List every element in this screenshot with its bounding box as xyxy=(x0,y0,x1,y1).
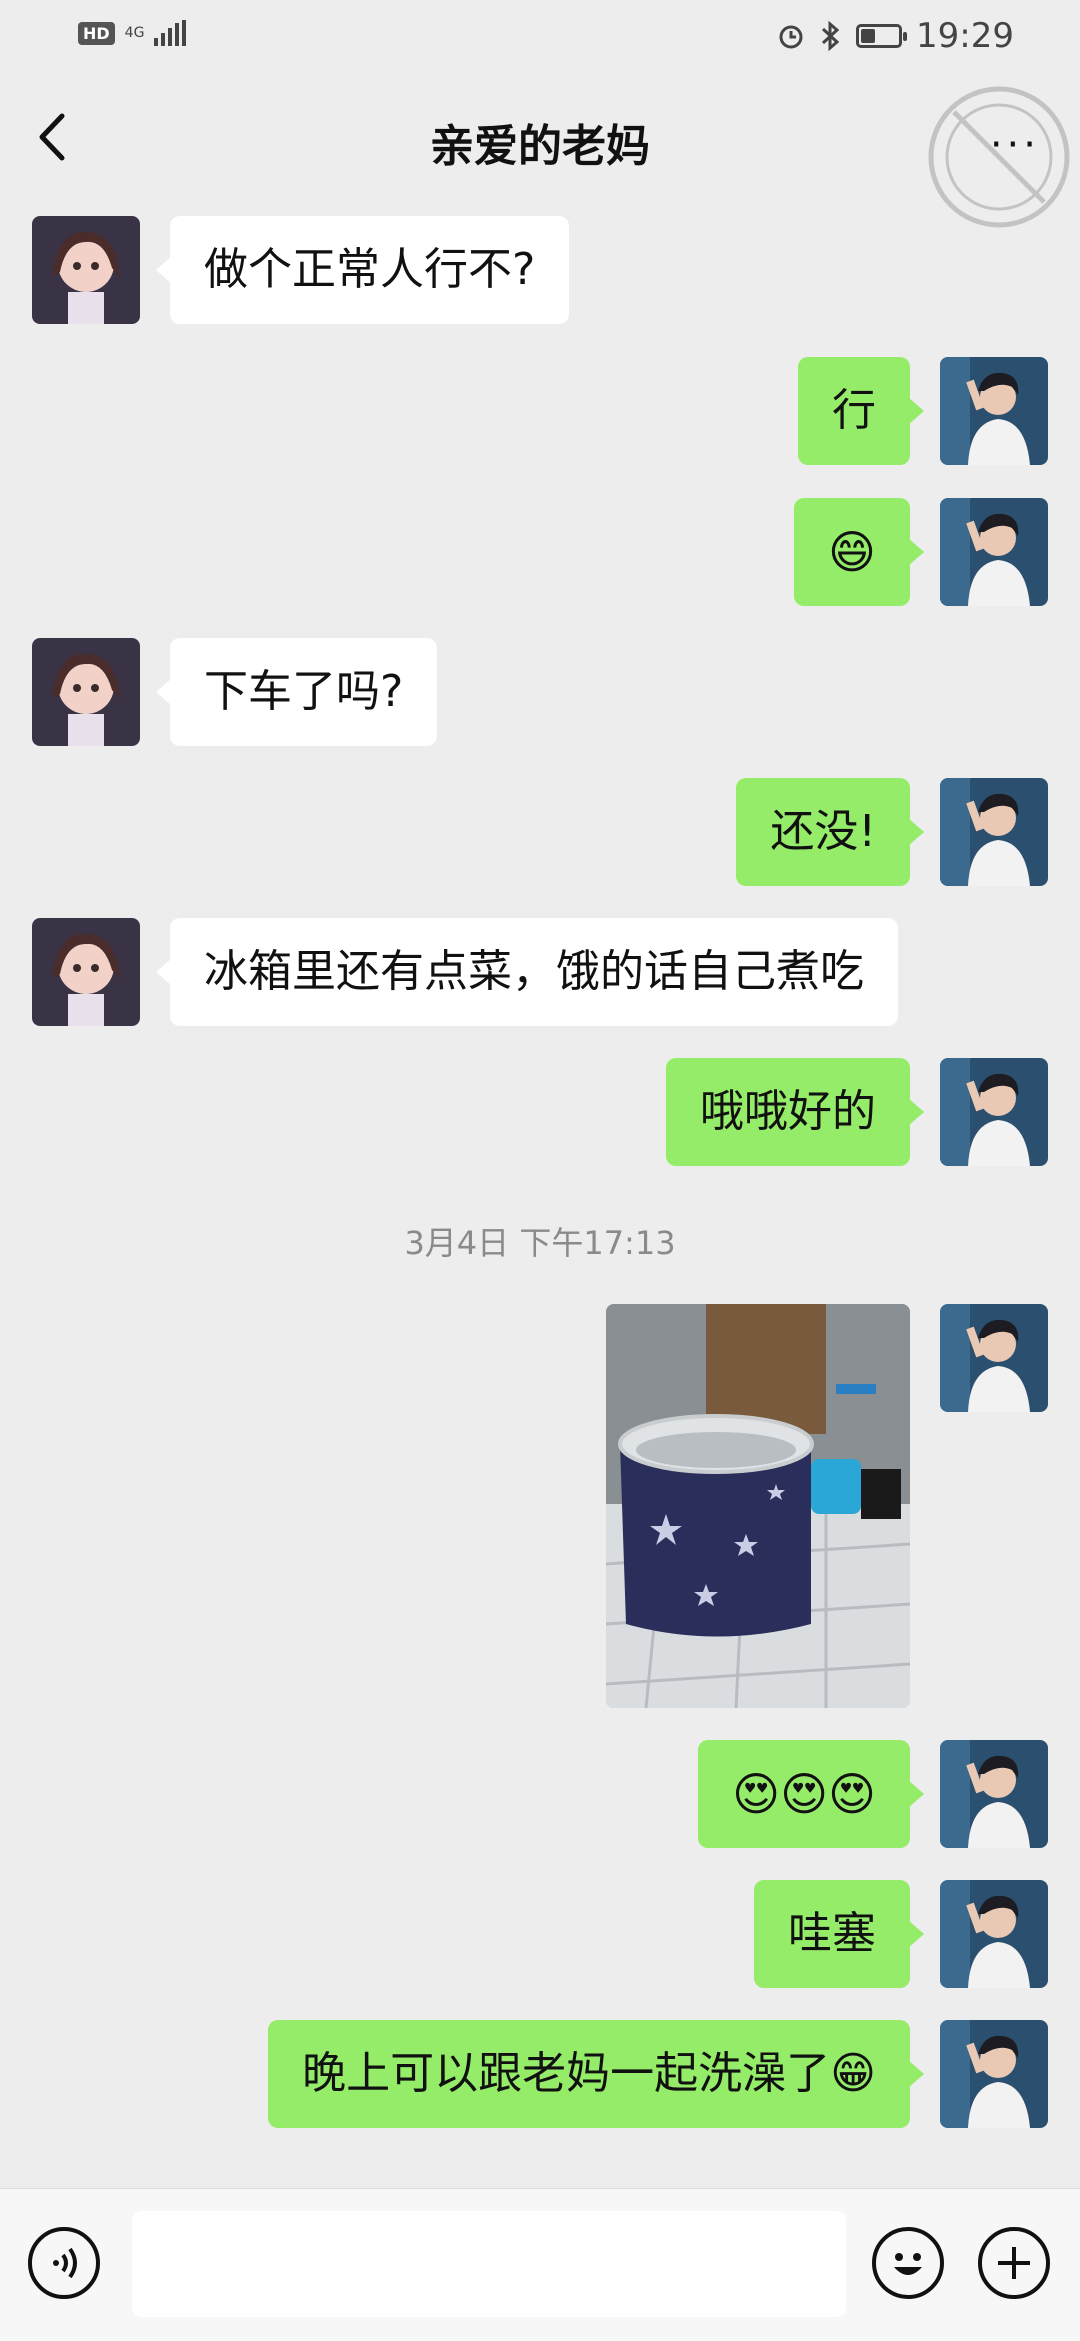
status-right: 19:29 xyxy=(776,16,1014,56)
plus-icon[interactable] xyxy=(978,2227,1050,2299)
avatar[interactable] xyxy=(940,1740,1048,1848)
avatar[interactable] xyxy=(940,1304,1048,1412)
message-bubble-sent[interactable]: 😄 xyxy=(794,498,924,606)
clock: 19:29 xyxy=(916,16,1014,56)
avatar[interactable] xyxy=(940,2020,1048,2128)
status-bar: HD 4G 19:29 xyxy=(0,0,1080,72)
message-bubble-sent[interactable]: 哇塞 xyxy=(754,1880,924,1988)
battery-icon xyxy=(856,24,908,48)
avatar[interactable] xyxy=(940,778,1048,886)
message-list[interactable]: 做个正常人行不? 行 😄 下车了吗? 还没! 冰箱里还有点菜，饿的话自己煮吃 哦… xyxy=(0,202,1080,2188)
chat-title: 亲爱的老妈 xyxy=(430,121,650,172)
bluetooth-icon xyxy=(821,20,840,52)
message-input[interactable] xyxy=(132,2211,846,2317)
chat-header: 亲爱的老妈 ··· xyxy=(0,72,1080,228)
avatar[interactable] xyxy=(32,216,140,324)
message-bubble-sent[interactable]: 哦哦好的 xyxy=(666,1058,924,1166)
signal-icon xyxy=(154,20,187,46)
avatar[interactable] xyxy=(940,357,1048,465)
image-message[interactable] xyxy=(606,1304,910,1708)
avatar[interactable] xyxy=(940,1058,1048,1166)
message-bubble-received[interactable]: 下车了吗? xyxy=(155,638,438,746)
message-bubble-sent[interactable]: 还没! xyxy=(736,778,924,886)
message-bubble-sent[interactable]: 行 xyxy=(798,357,924,465)
status-left: HD 4G xyxy=(78,20,187,46)
avatar[interactable] xyxy=(32,918,140,1026)
network-type: 4G xyxy=(124,25,145,41)
alarm-icon xyxy=(779,25,803,49)
input-bar xyxy=(0,2188,1080,2341)
emoji-icon[interactable] xyxy=(872,2227,944,2299)
message-timestamp: 3月4日 下午17:13 xyxy=(404,1224,676,1262)
hd-badge: HD xyxy=(78,21,115,45)
message-bubble-sent[interactable]: 😍😍😍 xyxy=(698,1740,924,1848)
avatar[interactable] xyxy=(32,638,140,746)
avatar[interactable] xyxy=(940,1880,1048,1988)
voice-icon[interactable] xyxy=(28,2227,100,2299)
avatar[interactable] xyxy=(940,498,1048,606)
message-bubble-sent[interactable]: 晚上可以跟老妈一起洗澡了😁 xyxy=(268,2020,924,2128)
message-bubble-received[interactable]: 做个正常人行不? xyxy=(155,216,570,324)
message-bubble-received[interactable]: 冰箱里还有点菜，饿的话自己煮吃 xyxy=(156,918,898,1026)
